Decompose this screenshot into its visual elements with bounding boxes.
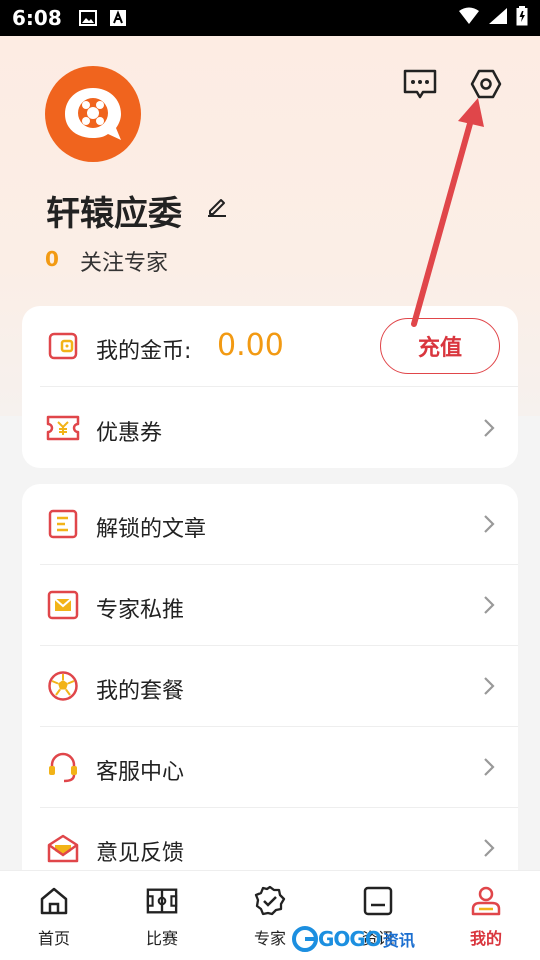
menu-item-label: 解锁的文章 bbox=[96, 517, 207, 542]
home-icon bbox=[38, 885, 70, 917]
username: 轩辕应委 bbox=[46, 194, 182, 234]
article-icon bbox=[46, 507, 80, 541]
menu-card: 解锁的文章 专家私推 我的套餐 客服中心 意见反馈 bbox=[22, 484, 518, 904]
status-time: 6:08 bbox=[12, 6, 62, 30]
football-icon bbox=[46, 669, 80, 703]
coin-value: 0.00 bbox=[217, 328, 284, 363]
menu-item-label: 客服中心 bbox=[96, 760, 185, 785]
menu-item-customer-service[interactable]: 客服中心 bbox=[22, 727, 518, 807]
menu-item-my-packages[interactable]: 我的套餐 bbox=[22, 646, 518, 726]
gallery-notification-icon bbox=[78, 9, 98, 27]
wallet-icon bbox=[46, 329, 80, 363]
coupon-row[interactable]: 优惠券 bbox=[22, 388, 518, 468]
watermark-g-icon bbox=[292, 926, 318, 952]
tab-mine[interactable]: 我的 bbox=[432, 871, 540, 960]
chevron-right-icon bbox=[484, 596, 495, 614]
menu-item-label: 我的套餐 bbox=[96, 679, 185, 704]
coin-label: 我的金币: bbox=[96, 339, 192, 364]
coupon-label: 优惠券 bbox=[96, 421, 163, 446]
tab-label: 首页 bbox=[37, 929, 70, 948]
headset-icon bbox=[46, 750, 80, 784]
menu-item-unlocked-articles[interactable]: 解锁的文章 bbox=[22, 484, 518, 564]
message-icon[interactable] bbox=[402, 66, 438, 102]
watermark-logo: GOGO 资讯 bbox=[292, 922, 415, 956]
chevron-right-icon bbox=[484, 419, 495, 437]
font-notification-icon bbox=[108, 9, 128, 27]
status-bar: 6:08 bbox=[0, 0, 540, 36]
watermark-text: GOGO bbox=[318, 927, 382, 951]
envelope-open-icon bbox=[46, 831, 80, 865]
menu-item-label: 意见反馈 bbox=[96, 841, 185, 866]
signal-icon bbox=[488, 7, 508, 29]
pitch-icon bbox=[146, 885, 178, 917]
follow-label[interactable]: 关注专家 bbox=[80, 245, 168, 277]
mail-icon bbox=[46, 588, 80, 622]
user-icon bbox=[470, 885, 502, 917]
wifi-icon bbox=[458, 7, 480, 29]
tab-matches[interactable]: 比赛 bbox=[108, 871, 216, 960]
news-icon bbox=[362, 885, 394, 917]
tab-home[interactable]: 首页 bbox=[0, 871, 108, 960]
recharge-button[interactable]: 充值 bbox=[380, 318, 500, 374]
battery-icon bbox=[516, 6, 528, 30]
wallet-card: 我的金币: 0.00 充值 优惠券 bbox=[22, 306, 518, 468]
chevron-right-icon bbox=[484, 758, 495, 776]
menu-item-label: 专家私推 bbox=[96, 598, 185, 623]
chevron-right-icon bbox=[484, 515, 495, 533]
bottom-tab-bar: 首页 比赛 专家 资讯 我的 bbox=[0, 870, 540, 960]
avatar[interactable] bbox=[45, 66, 141, 162]
settings-icon[interactable] bbox=[468, 66, 504, 102]
edit-icon[interactable] bbox=[205, 194, 229, 218]
divider bbox=[40, 386, 518, 387]
follow-count[interactable]: 0 bbox=[45, 247, 59, 271]
menu-item-expert-picks[interactable]: 专家私推 bbox=[22, 565, 518, 645]
watermark-cn: 资讯 bbox=[382, 931, 415, 950]
tab-label: 比赛 bbox=[145, 929, 178, 948]
app-logo-icon bbox=[65, 88, 121, 140]
chevron-right-icon bbox=[484, 677, 495, 695]
verified-badge-icon bbox=[254, 885, 286, 917]
coin-row: 我的金币: 0.00 充值 bbox=[22, 306, 518, 386]
tab-label: 我的 bbox=[469, 929, 502, 948]
chevron-right-icon bbox=[484, 839, 495, 857]
coupon-icon bbox=[46, 411, 80, 445]
